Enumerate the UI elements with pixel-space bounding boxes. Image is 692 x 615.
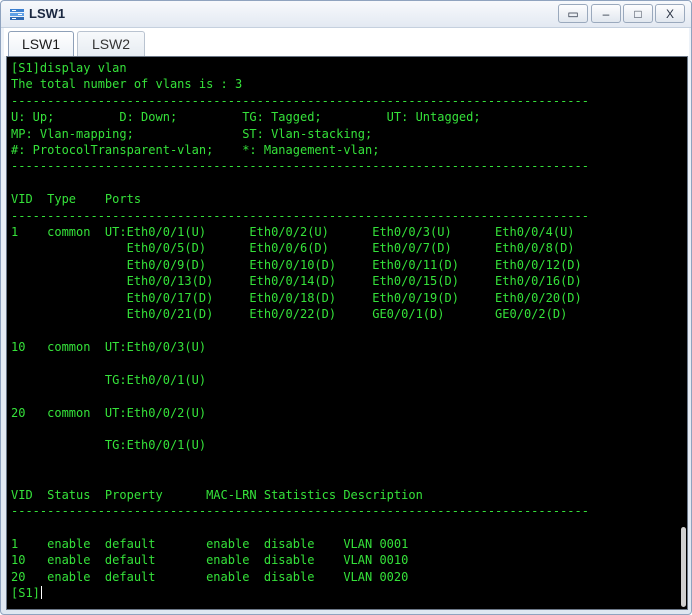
restore-button[interactable]: ▭ [558, 4, 588, 23]
terminal-line: 20 common UT:Eth0/0/2(U) [11, 405, 207, 420]
text-cursor [40, 586, 42, 599]
maximize-button[interactable]: □ [623, 4, 653, 23]
terminal-line: 10 common UT:Eth0/0/3(U) [11, 339, 207, 354]
terminal-line: 1 enable default enable disable VLAN 000… [11, 536, 409, 551]
terminal-line: TG:Eth0/0/1(U) [11, 438, 207, 453]
window-title: LSW1 [29, 6, 66, 21]
terminal-line: 20 enable default enable disable VLAN 00… [11, 569, 409, 584]
tab-lsw2[interactable]: LSW2 [77, 31, 145, 56]
terminal-line: ----------------------------------------… [11, 503, 589, 518]
terminal-line: 10 enable default enable disable VLAN 00… [11, 553, 409, 568]
tab-bar: LSW1 LSW2 [4, 28, 689, 56]
title-bar[interactable]: LSW1 ▭ – □ X [1, 1, 691, 28]
switch-app-icon [10, 9, 24, 20]
terminal-line: Eth0/0/21(D) Eth0/0/22(D) GE0/0/1(D) GE0… [11, 307, 568, 322]
terminal-line: Eth0/0/13(D) Eth0/0/14(D) Eth0/0/15(D) E… [11, 274, 582, 289]
terminal-output: [S1]display vlan The total number of vla… [11, 60, 589, 601]
terminal-line: ----------------------------------------… [11, 159, 589, 174]
terminal-line: U: Up; D: Down; TG: Tagged; UT: Untagged… [11, 110, 481, 125]
tab-lsw1[interactable]: LSW1 [8, 31, 74, 56]
terminal-line: ----------------------------------------… [11, 93, 589, 108]
terminal-line: The total number of vlans is : 3 [11, 77, 243, 92]
minimize-button[interactable]: – [591, 4, 621, 23]
terminal-line: Eth0/0/9(D) Eth0/0/10(D) Eth0/0/11(D) Et… [11, 257, 582, 272]
terminal-line: Eth0/0/17(D) Eth0/0/18(D) Eth0/0/19(D) E… [11, 290, 582, 305]
terminal-window: LSW1 ▭ – □ X LSW1 LSW2 [S1]display vlan … [0, 0, 692, 615]
terminal-line: [S1]display vlan [11, 61, 127, 75]
terminal-line: VID Type Ports [11, 192, 142, 207]
terminal-console[interactable]: [S1]display vlan The total number of vla… [6, 56, 688, 610]
terminal-line: 1 common UT:Eth0/0/1(U) Eth0/0/2(U) Eth0… [11, 225, 575, 240]
close-button[interactable]: X [655, 4, 685, 23]
terminal-line: MP: Vlan-mapping; ST: Vlan-stacking; [11, 126, 373, 141]
terminal-line: TG:Eth0/0/1(U) [11, 372, 207, 387]
terminal-line: VID Status Property MAC-LRN Statistics D… [11, 487, 423, 502]
terminal-line: ----------------------------------------… [11, 208, 589, 223]
vertical-scrollbar[interactable] [680, 57, 687, 609]
terminal-line: #: ProtocolTransparent-vlan; *: Manageme… [11, 143, 380, 158]
terminal-line: Eth0/0/5(D) Eth0/0/6(D) Eth0/0/7(D) Eth0… [11, 241, 575, 256]
command-prompt[interactable]: [S1] [11, 586, 40, 600]
scrollbar-thumb[interactable] [681, 527, 686, 607]
